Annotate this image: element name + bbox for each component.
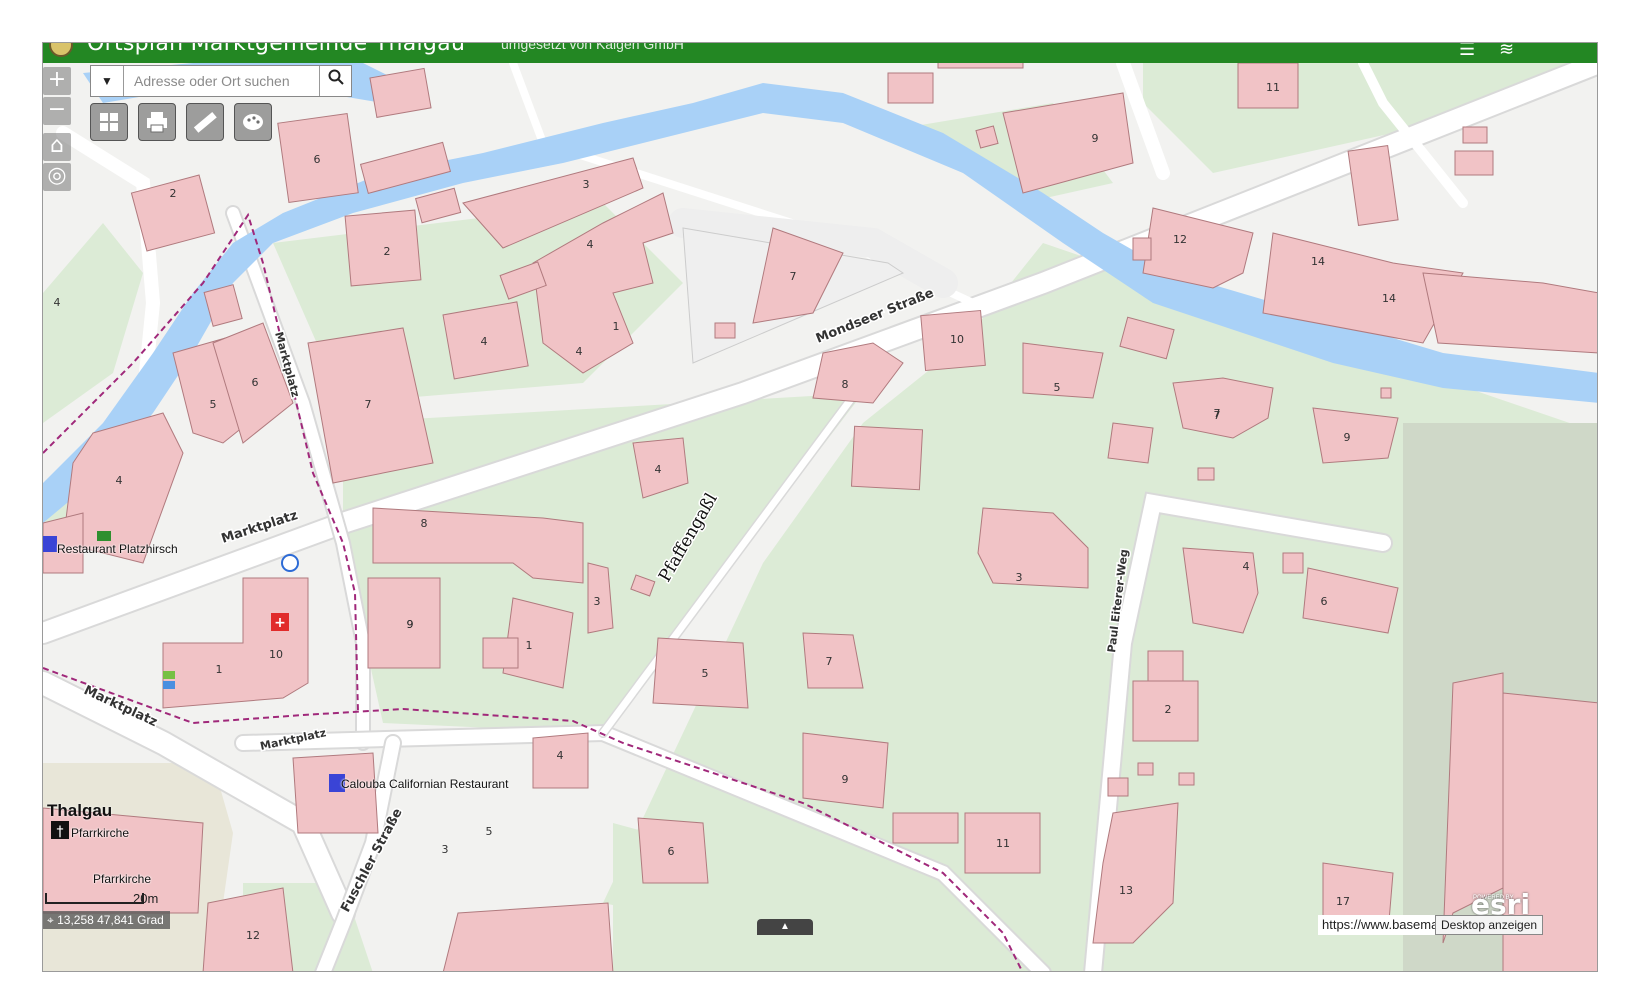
house-number: 10 xyxy=(950,333,964,346)
house-number: 4 xyxy=(54,296,61,309)
map-app: + † 11 9 6 2 3 4 2 7 14 12 14 4 7 10 8 5 1 4 4 5 6 7 4 9 7 9 8 4 3 4 6… xyxy=(42,42,1598,972)
house-number: 3 xyxy=(442,843,449,856)
measure-button[interactable] xyxy=(186,103,224,141)
house-number: 1 xyxy=(526,639,533,652)
house-number: 7 xyxy=(790,270,797,283)
desktop-view-button[interactable]: Desktop anzeigen xyxy=(1435,915,1544,935)
house-number: 4 xyxy=(116,474,123,487)
house-number: 2 xyxy=(170,187,177,200)
house-number: 9 xyxy=(842,773,849,786)
collapse-panel-button[interactable]: ▲ xyxy=(757,919,813,935)
house-number: 7 xyxy=(365,398,372,411)
house-number: 4 xyxy=(587,238,594,251)
house-number: 5 xyxy=(702,667,709,680)
house-number: 11 xyxy=(996,837,1010,850)
municipality-logo xyxy=(49,43,73,57)
house-number: 3 xyxy=(583,178,590,191)
search-button[interactable] xyxy=(319,66,351,96)
svg-text:†: † xyxy=(57,824,64,840)
search-icon xyxy=(328,69,344,85)
house-number: 7 xyxy=(826,655,833,668)
locate-button[interactable]: ◎ xyxy=(43,163,71,191)
place-label-thalgau: Thalgau xyxy=(47,801,113,820)
house-number: 1 xyxy=(613,320,620,333)
house-number: 4 xyxy=(1243,560,1250,573)
house-number: 6 xyxy=(1321,595,1328,608)
house-number: 3 xyxy=(1016,571,1023,584)
svg-text:+: + xyxy=(274,615,286,631)
house-number: 4 xyxy=(557,749,564,762)
house-number: 1 xyxy=(216,663,223,676)
house-number: 2 xyxy=(384,245,391,258)
palette-icon xyxy=(243,114,263,130)
home-button[interactable]: ⌂ xyxy=(43,133,71,161)
house-number: 9 xyxy=(1344,431,1351,444)
chevron-up-icon: ▲ xyxy=(780,921,790,932)
house-number: 4 xyxy=(481,335,488,348)
poi-label-calouba[interactable]: Calouba Californian Restaurant xyxy=(341,777,508,791)
house-number: 8 xyxy=(842,378,849,391)
app-subtitle: umgesetzt von Kaigen GmbH xyxy=(501,43,684,52)
house-number: 4 xyxy=(655,463,662,476)
pharmacy-icon xyxy=(281,554,299,572)
house-number: 6 xyxy=(252,376,259,389)
house-number: 3 xyxy=(594,595,601,608)
print-button[interactable] xyxy=(138,103,176,141)
scale-bar xyxy=(45,893,144,904)
palette-button[interactable] xyxy=(234,103,272,141)
search-widget: ▼ xyxy=(90,65,352,97)
house-number: 11 xyxy=(1266,81,1280,94)
house-number: 12 xyxy=(246,929,260,942)
parking-icon xyxy=(163,671,175,679)
app-title: Ortsplan Marktgemeinde Thalgau xyxy=(87,43,466,56)
house-number: 7 xyxy=(1214,409,1221,422)
house-number: 6 xyxy=(314,153,321,166)
restaurant-icon xyxy=(43,536,57,552)
house-number: 9 xyxy=(407,618,414,631)
house-number: 4 xyxy=(576,345,583,358)
search-source-dropdown[interactable]: ▼ xyxy=(91,66,124,96)
house-number: 12 xyxy=(1173,233,1187,246)
coordinates-value: 13,258 47,841 Grad xyxy=(57,913,164,927)
search-input[interactable] xyxy=(124,66,320,96)
house-number: 2 xyxy=(1165,703,1172,716)
coordinates-readout: ⌖ 13,258 47,841 Grad xyxy=(43,911,170,929)
house-number: 10 xyxy=(269,648,283,661)
list-icon[interactable]: ☰ xyxy=(1459,43,1475,60)
crosshair-icon: ⌖ xyxy=(47,913,58,927)
scale-label: 20m xyxy=(133,891,159,906)
house-number: 17 xyxy=(1336,895,1350,908)
house-number: 6 xyxy=(668,845,675,858)
zoom-in-button[interactable]: + xyxy=(43,67,71,95)
house-number: 13 xyxy=(1119,884,1133,897)
poi-label-pfarrkirche-2: Pfarrkirche xyxy=(93,872,152,886)
house-number: 5 xyxy=(210,398,217,411)
zoom-out-button[interactable]: − xyxy=(43,97,71,125)
house-number: 9 xyxy=(1092,132,1099,145)
house-number: 5 xyxy=(486,825,493,838)
house-number: 14 xyxy=(1311,255,1325,268)
attribution[interactable]: https://www.basemap.at xyxy=(1318,915,1444,935)
layers-icon[interactable]: ≋ xyxy=(1499,43,1514,60)
poi-label-pfarrkirche[interactable]: Pfarrkirche xyxy=(71,826,129,840)
poi-label-platzhirsch[interactable]: Restaurant Platzhirsch xyxy=(57,542,178,556)
map-canvas[interactable]: + † 119623427141214471085144567497984346… xyxy=(43,43,1598,972)
house-number: 5 xyxy=(1054,381,1061,394)
house-number: 8 xyxy=(421,517,428,530)
app-header: Ortsplan Marktgemeinde Thalgau umgesetzt… xyxy=(43,43,1597,63)
chevron-down-icon: ▼ xyxy=(101,74,113,88)
print-icon xyxy=(147,112,167,133)
house-number: 14 xyxy=(1382,292,1396,305)
basemap-gallery-icon xyxy=(100,113,118,131)
flag-icon xyxy=(97,531,111,541)
zoom-controls: + − ⌂ ◎ xyxy=(43,67,71,193)
basemap-gallery-button[interactable] xyxy=(90,103,128,141)
measure-icon xyxy=(193,111,217,133)
